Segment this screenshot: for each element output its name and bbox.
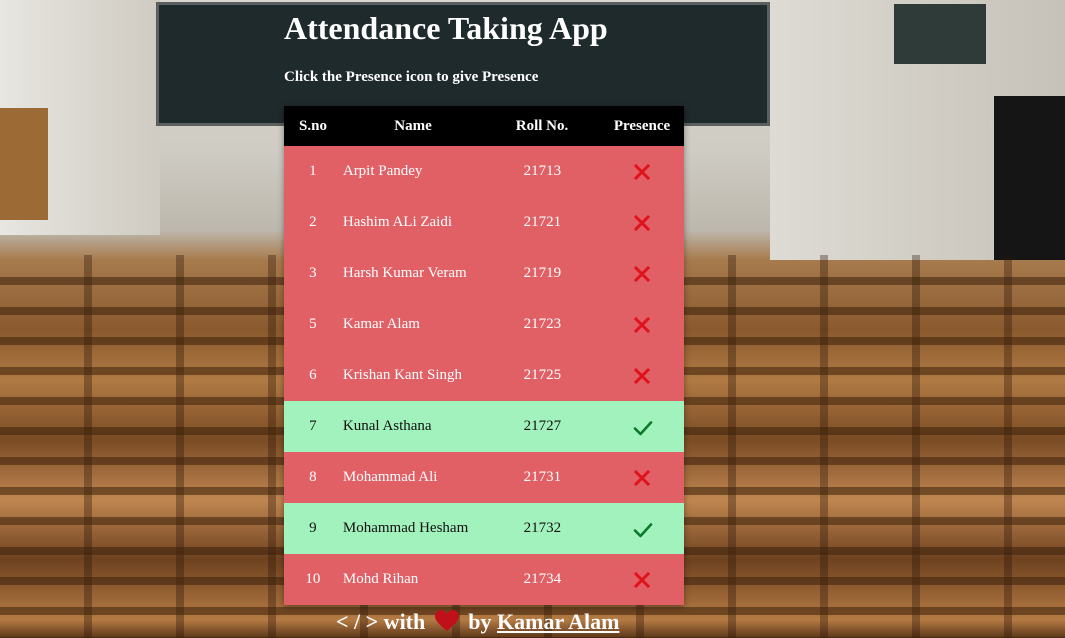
check-icon[interactable] — [633, 418, 653, 436]
footer-by: by — [468, 609, 492, 634]
page-subtitle: Click the Presence icon to give Presence — [284, 69, 539, 85]
cell-presence — [600, 367, 684, 385]
footer: < / > with by Kamar Alam — [336, 607, 619, 637]
table-row: 3 Harsh Kumar Veram 21719 — [284, 248, 684, 299]
cell-name: Mohammad Hesham — [342, 520, 469, 536]
cell-name: Kunal Asthana — [342, 418, 432, 434]
cell-name: Mohammad Ali — [342, 469, 438, 485]
table-row: 5 Kamar Alam 21723 — [284, 299, 684, 350]
page-title: Attendance Taking App — [284, 10, 608, 46]
table-row: 6 Krishan Kant Singh 21725 — [284, 350, 684, 401]
cell-presence — [600, 316, 684, 334]
table-row: 7 Kunal Asthana 21727 — [284, 401, 684, 452]
cell-name: Arpit Pandey — [342, 163, 423, 179]
cell-roll: 21727 — [523, 418, 562, 434]
header-sno: S.no — [299, 117, 327, 134]
cell-sno: 3 — [309, 265, 317, 281]
table-row: 10 Mohd Rihan 21734 — [284, 554, 684, 605]
cell-presence — [600, 571, 684, 589]
cell-presence — [600, 265, 684, 283]
cross-icon[interactable] — [633, 163, 651, 181]
cell-roll: 21721 — [523, 214, 562, 230]
cell-sno: 10 — [305, 571, 321, 587]
cell-name: Mohd Rihan — [342, 571, 419, 587]
cell-name: Hashim ALi Zaidi — [342, 214, 453, 230]
cross-icon[interactable] — [633, 367, 651, 385]
cell-roll: 21723 — [523, 316, 562, 332]
table-row: 8 Mohammad Ali 21731 — [284, 452, 684, 503]
table-row: 2 Hashim ALi Zaidi 21721 — [284, 197, 684, 248]
background-panel — [894, 4, 986, 64]
cross-icon[interactable] — [633, 265, 651, 283]
cross-icon[interactable] — [633, 469, 651, 487]
cell-roll: 21725 — [523, 367, 562, 383]
cross-icon[interactable] — [633, 316, 651, 334]
cell-name: Harsh Kumar Veram — [342, 265, 467, 281]
cell-name: Kamar Alam — [342, 316, 420, 332]
header-roll: Roll No. — [515, 117, 569, 134]
cross-icon[interactable] — [633, 214, 651, 232]
check-icon[interactable] — [633, 520, 653, 538]
heart-icon — [434, 610, 459, 632]
cell-roll: 21713 — [523, 163, 562, 179]
cross-icon[interactable] — [633, 571, 651, 589]
cell-presence — [600, 214, 684, 232]
cell-sno: 2 — [309, 214, 317, 230]
cell-sno: 7 — [309, 418, 317, 434]
cell-sno: 5 — [309, 316, 317, 332]
table-body: 1 Arpit Pandey 21713 2 Hashim ALi Zaidi 21721… — [284, 146, 684, 605]
background-podium — [0, 108, 48, 220]
cell-roll: 21732 — [523, 520, 562, 536]
cell-roll: 21731 — [523, 469, 562, 485]
cell-sno: 9 — [309, 520, 317, 536]
cell-sno: 8 — [309, 469, 317, 485]
header-name: Name — [394, 117, 432, 134]
author-link[interactable]: Kamar Alam — [497, 609, 619, 634]
table-row: 9 Mohammad Hesham 21732 — [284, 503, 684, 554]
header-presence: Presence — [613, 117, 671, 134]
table-row: 1 Arpit Pandey 21713 — [284, 146, 684, 197]
attendance-table: S.no Name Roll No. Presence 1 Arpit Pande… — [284, 106, 684, 605]
cell-presence — [600, 469, 684, 487]
cell-sno: 1 — [309, 163, 317, 179]
attendance-app: Attendance Taking App Click the Presence… — [284, 0, 684, 605]
cell-roll: 21719 — [523, 265, 562, 281]
background-door — [990, 96, 1065, 260]
footer-prefix: < / > with — [336, 609, 426, 634]
cell-presence — [600, 520, 684, 538]
cell-sno: 6 — [309, 367, 317, 383]
cell-roll: 21734 — [523, 571, 562, 587]
cell-name: Krishan Kant Singh — [342, 367, 463, 383]
table-header-row: S.no Name Roll No. Presence — [284, 106, 684, 146]
cell-presence — [600, 418, 684, 436]
cell-presence — [600, 163, 684, 181]
